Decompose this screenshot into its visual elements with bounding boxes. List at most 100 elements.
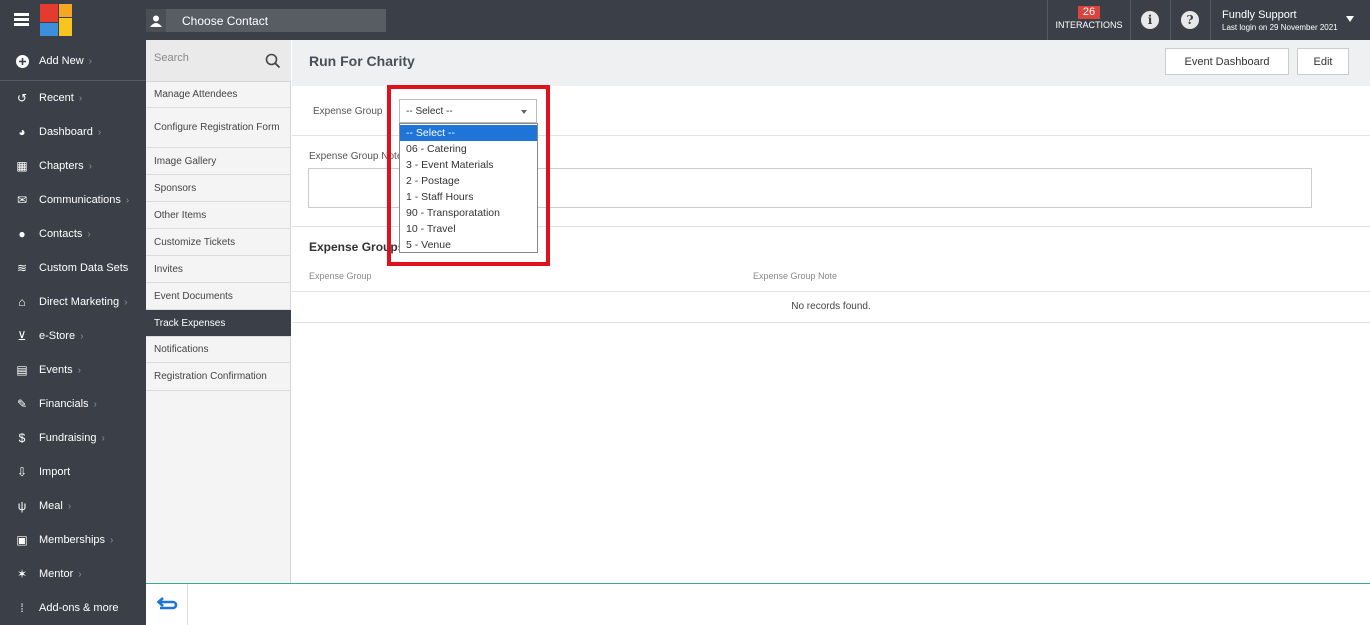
hamburger-menu-icon[interactable] xyxy=(14,13,29,26)
table-header-expense-group: Expense Group xyxy=(309,271,372,281)
chevron-down-icon[interactable] xyxy=(1346,16,1354,22)
sidebar-item-memberships[interactable]: ▣ Memberships › xyxy=(0,523,146,557)
help-icon[interactable]: ? xyxy=(1181,11,1199,29)
import-icon: ⇩ xyxy=(16,465,28,479)
sidebar-item-label: Custom Data Sets xyxy=(39,262,129,274)
back-arrow-icon xyxy=(156,597,177,610)
app-logo[interactable] xyxy=(40,4,72,36)
sidebar-item-custom-data-sets[interactable]: ≋ Custom Data Sets xyxy=(0,251,146,285)
sidebar-item-import[interactable]: ⇩ Import xyxy=(0,455,146,489)
sidebar-item-label: Memberships xyxy=(39,534,106,546)
sidebar-item-meal[interactable]: ψ Meal › xyxy=(0,489,146,523)
submenu-item-label: Sponsors xyxy=(154,182,197,194)
event-submenu: Manage Attendees Configure Registration F… xyxy=(146,40,291,583)
chevron-right-icon: › xyxy=(97,126,102,138)
last-login-text: Last login on 29 November 2021 xyxy=(1222,23,1338,32)
submenu-item-label: Notifications xyxy=(154,344,209,355)
sidebar-item-mentor[interactable]: ✶ Mentor › xyxy=(0,557,146,591)
sidebar-item-label: Add-ons & more xyxy=(39,602,119,614)
submenu-item-notifications[interactable]: Notifications xyxy=(146,337,291,363)
divider xyxy=(1170,0,1171,40)
chevron-right-icon: › xyxy=(110,534,114,546)
sidebar-item-fundraising[interactable]: $ Fundraising › xyxy=(0,421,146,455)
sidebar-item-financials[interactable]: ✎ Financials › xyxy=(0,387,146,421)
chevron-right-icon: › xyxy=(78,568,82,580)
history-icon: ↺ xyxy=(16,91,28,105)
add-new-button[interactable]: Add New › xyxy=(0,44,146,78)
submenu-item-event-documents[interactable]: Event Documents xyxy=(146,283,291,310)
choose-contact-label: Choose Contact xyxy=(182,13,269,28)
sidebar-item-add-ons-more[interactable]: ⁞ Add-ons & more xyxy=(0,591,146,625)
moneybag-icon: $ xyxy=(18,431,26,445)
highlight-box xyxy=(387,85,550,266)
sidebar-item-communications[interactable]: ✉ Communications › xyxy=(0,183,146,217)
event-dashboard-button[interactable]: Event Dashboard xyxy=(1165,48,1289,75)
add-new-label: Add New xyxy=(39,55,84,67)
submenu-item-label: Track Expenses xyxy=(154,317,226,329)
sidebar-item-label: Direct Marketing xyxy=(39,296,120,308)
interactions-button[interactable]: 26 INTERACTIONS xyxy=(1047,0,1131,40)
search-icon[interactable] xyxy=(265,53,281,69)
money-icon: ✎ xyxy=(16,397,28,411)
submenu-item-manage-attendees[interactable]: Manage Attendees xyxy=(146,82,291,108)
submenu-item-registration-confirmation[interactable]: Registration Confirmation xyxy=(146,363,291,391)
sidebar-item-label: e-Store xyxy=(39,330,76,342)
sidebar-item-label: Fundraising xyxy=(39,432,97,444)
submenu-item-configure-registration-form[interactable]: Configure Registration Form xyxy=(146,108,291,148)
submenu-item-label: Other Items xyxy=(154,209,207,221)
submenu-item-sponsors[interactable]: Sponsors xyxy=(146,175,291,202)
submenu-item-invites[interactable]: Invites xyxy=(146,256,291,283)
sidebar-item-dashboard[interactable]: ◕ Dashboard › xyxy=(0,115,146,149)
choose-contact-selector[interactable]: Choose Contact xyxy=(146,9,386,32)
sidebar-item-label: Events xyxy=(39,364,73,376)
sidebar-item-label: Financials xyxy=(39,398,89,410)
interactions-label: INTERACTIONS xyxy=(1055,20,1123,30)
back-button[interactable] xyxy=(146,584,188,625)
calendar-icon: ▤ xyxy=(16,363,28,377)
submenu-item-customize-tickets[interactable]: Customize Tickets xyxy=(146,229,291,256)
submenu-item-track-expenses[interactable]: Track Expenses xyxy=(146,310,291,337)
submenu-item-label: Configure Registration Form xyxy=(154,122,280,133)
chevron-right-icon: › xyxy=(124,296,128,308)
submenu-item-image-gallery[interactable]: Image Gallery xyxy=(146,148,291,175)
sidebar-item-contacts[interactable]: ● Contacts › xyxy=(0,217,146,251)
edit-button[interactable]: Edit xyxy=(1297,48,1349,75)
dashboard-icon: ◕ xyxy=(18,125,26,139)
sidebar-item-label: Chapters xyxy=(39,160,84,172)
sidebar-item-label: Communications xyxy=(39,194,121,206)
id-card-icon: ▣ xyxy=(16,533,28,547)
expense-group-label: Expense Group xyxy=(313,106,383,117)
user-icon: ● xyxy=(18,227,26,241)
sidebar-item-label: Contacts xyxy=(39,228,83,240)
submenu-item-other-items[interactable]: Other Items xyxy=(146,202,291,229)
divider xyxy=(292,291,1370,292)
page-title: Run For Charity xyxy=(309,53,415,69)
chevron-right-icon: › xyxy=(67,500,72,512)
user-menu[interactable]: Fundly Support Last login on 29 November… xyxy=(1222,9,1338,32)
info-icon[interactable]: i xyxy=(1141,11,1159,29)
submenu-item-label: Event Documents xyxy=(154,290,233,302)
user-name: Fundly Support xyxy=(1222,9,1297,21)
submenu-item-label: Image Gallery xyxy=(154,155,217,167)
chevron-right-icon: › xyxy=(93,398,97,410)
submenu-item-label: Customize Tickets xyxy=(154,236,236,248)
submenu-item-label: Registration Confirmation xyxy=(154,371,267,382)
sidebar-item-chapters[interactable]: ▦ Chapters › xyxy=(0,149,146,183)
empty-message: No records found. xyxy=(791,301,871,312)
sidebar-item-events[interactable]: ▤ Events › xyxy=(0,353,146,387)
cart-icon: ⊻ xyxy=(17,329,27,343)
chevron-right-icon: › xyxy=(87,228,91,240)
table-header-expense-group-note: Expense Group Note xyxy=(753,271,838,281)
plus-circle-icon xyxy=(15,54,29,68)
sidebar-item-e-store[interactable]: ⊻ e-Store › xyxy=(0,319,146,353)
interactions-count-badge: 26 xyxy=(1077,6,1101,19)
sidebar-item-direct-marketing[interactable]: ⌂ Direct Marketing › xyxy=(0,285,146,319)
chevron-right-icon: › xyxy=(88,160,92,172)
submenu-search-input[interactable] xyxy=(154,52,254,64)
footer-bar xyxy=(146,583,1370,625)
sidebar-item-label: Import xyxy=(39,466,71,478)
sidebar-item-label: Meal xyxy=(39,500,63,512)
chevron-right-icon: › xyxy=(101,432,105,444)
submenu-search xyxy=(146,40,291,82)
sidebar-item-recent[interactable]: ↺ Recent › xyxy=(0,81,146,115)
